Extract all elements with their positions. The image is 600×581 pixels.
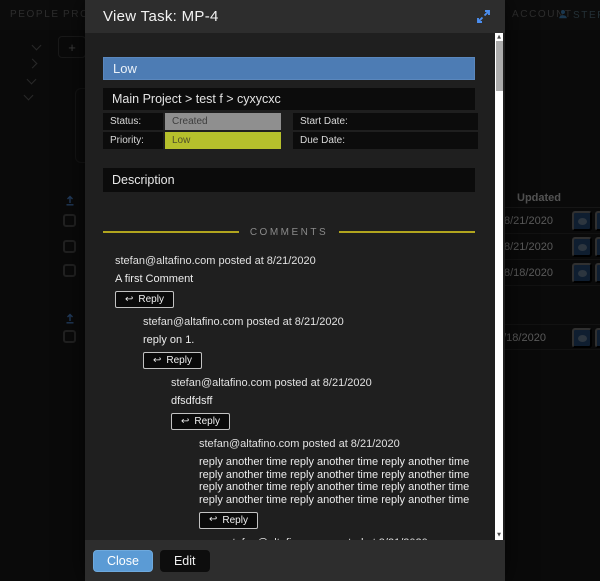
expand-icon[interactable] [475, 8, 492, 25]
scrollbar-thumb[interactable] [496, 41, 503, 91]
reply-button[interactable]: ↩ Reply [171, 413, 230, 430]
modal-body: Low Main Project > test f > cyxycxc Stat… [85, 33, 505, 540]
reply-icon: ↩ [125, 295, 133, 305]
start-date-label: Start Date: [293, 113, 478, 130]
priority-value: Low [165, 132, 281, 149]
close-button[interactable]: Close [93, 550, 153, 572]
comments-heading: COMMENTS [250, 227, 328, 238]
comment: stefan@altafino.com posted at 8/21/2020 [103, 537, 475, 541]
screen: PEOPLE PROJECTS ACCOUNT STEFAN + Up [0, 0, 600, 581]
comment-meta: stefan@altafino.com posted at 8/21/2020 [227, 537, 475, 541]
view-task-modal: View Task: MP-4 Low Main Project > test … [85, 0, 505, 581]
comment-text: A first Comment [115, 273, 475, 286]
reply-button[interactable]: ↩ Reply [143, 352, 202, 369]
edit-button[interactable]: Edit [160, 550, 210, 572]
status-value: Created [165, 113, 281, 130]
comment-meta: stefan@altafino.com posted at 8/21/2020 [199, 438, 475, 450]
comment-text: reply on 1. [143, 334, 475, 347]
priority-banner: Low [103, 57, 475, 80]
reply-label: Reply [222, 515, 248, 526]
comment: stefan@altafino.com posted at 8/21/2020 d… [103, 377, 475, 430]
task-fields: Status: Created Priority: Low Start Date… [103, 113, 475, 149]
reply-icon: ↩ [181, 417, 189, 427]
comment-meta: stefan@altafino.com posted at 8/21/2020 [115, 255, 475, 267]
reply-label: Reply [166, 355, 192, 366]
divider-line [339, 231, 475, 233]
breadcrumb: Main Project > test f > cyxycxc [103, 88, 475, 110]
priority-label: Priority: [103, 132, 163, 149]
comment: stefan@altafino.com posted at 8/21/2020 r… [103, 438, 475, 529]
comment: stefan@altafino.com posted at 8/21/2020 r… [103, 316, 475, 369]
description-section: Description [103, 168, 475, 192]
reply-icon: ↩ [209, 515, 217, 525]
scroll-down-icon[interactable]: ▼ [495, 532, 503, 538]
reply-icon: ↩ [153, 356, 161, 366]
scroll-up-icon[interactable]: ▲ [495, 34, 503, 40]
modal-header: View Task: MP-4 [85, 0, 505, 33]
due-date-label: Due Date: [293, 132, 478, 149]
modal-scrollbar[interactable]: ▲ ▼ [495, 33, 503, 540]
modal-footer: Close Edit [85, 540, 505, 581]
comments-divider: COMMENTS [103, 226, 475, 238]
reply-label: Reply [194, 416, 220, 427]
comment-text: reply another time reply another time re… [199, 456, 475, 506]
reply-label: Reply [138, 294, 164, 305]
modal-title: View Task: MP-4 [103, 8, 219, 25]
reply-button[interactable]: ↩ Reply [199, 512, 258, 529]
comment: stefan@altafino.com posted at 8/21/2020 A… [103, 255, 475, 308]
divider-line [103, 231, 239, 233]
comment-text: dfsdfdsff [171, 395, 475, 408]
comment-meta: stefan@altafino.com posted at 8/21/2020 [171, 377, 475, 389]
reply-button[interactable]: ↩ Reply [115, 291, 174, 308]
status-label: Status: [103, 113, 163, 130]
comment-meta: stefan@altafino.com posted at 8/21/2020 [143, 316, 475, 328]
comments-list: stefan@altafino.com posted at 8/21/2020 A… [103, 255, 475, 540]
